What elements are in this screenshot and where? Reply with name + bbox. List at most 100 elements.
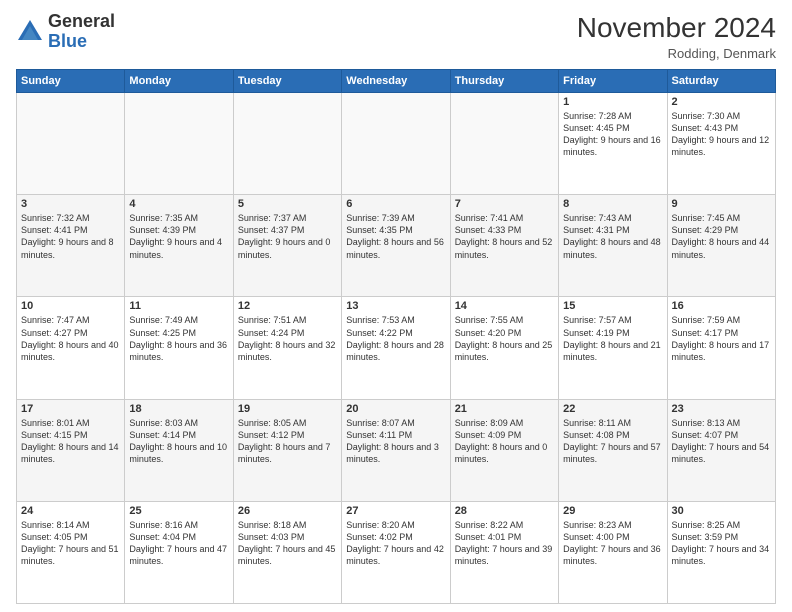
day-info: Sunrise: 7:41 AM Sunset: 4:33 PM Dayligh… xyxy=(455,212,554,261)
day-info: Sunrise: 7:59 AM Sunset: 4:17 PM Dayligh… xyxy=(672,314,771,363)
day-info: Sunrise: 7:28 AM Sunset: 4:45 PM Dayligh… xyxy=(563,110,662,159)
calendar-cell: 16 Sunrise: 7:59 AM Sunset: 4:17 PM Dayli… xyxy=(667,297,775,399)
page: General Blue November 2024 Rodding, Denm… xyxy=(0,0,792,612)
day-info: Sunrise: 8:01 AM Sunset: 4:15 PM Dayligh… xyxy=(21,417,120,466)
calendar-week-4: 17 Sunrise: 8:01 AM Sunset: 4:15 PM Dayli… xyxy=(17,399,776,501)
col-monday: Monday xyxy=(125,70,233,93)
day-info: Sunrise: 7:51 AM Sunset: 4:24 PM Dayligh… xyxy=(238,314,337,363)
day-number: 13 xyxy=(346,300,445,312)
calendar-cell: 12 Sunrise: 7:51 AM Sunset: 4:24 PM Dayli… xyxy=(233,297,341,399)
calendar-cell: 27Sunrise: 8:20 AM Sunset: 4:02 PM Dayli… xyxy=(342,501,450,603)
day-info: Sunrise: 8:09 AM Sunset: 4:09 PM Dayligh… xyxy=(455,417,554,466)
calendar-week-1: 1 Sunrise: 7:28 AM Sunset: 4:45 PM Daylig… xyxy=(17,93,776,195)
calendar-cell: 2 Sunrise: 7:30 AM Sunset: 4:43 PM Daylig… xyxy=(667,93,775,195)
day-number: 3 xyxy=(21,198,120,210)
logo-blue: Blue xyxy=(48,31,87,51)
col-wednesday: Wednesday xyxy=(342,70,450,93)
day-info: Sunrise: 7:55 AM Sunset: 4:20 PM Dayligh… xyxy=(455,314,554,363)
day-number: 10 xyxy=(21,300,120,312)
day-info: Sunrise: 7:57 AM Sunset: 4:19 PM Dayligh… xyxy=(563,314,662,363)
day-number: 26 xyxy=(238,505,337,517)
day-info: Sunrise: 8:22 AM Sunset: 4:01 PM Dayligh… xyxy=(455,519,554,568)
day-number: 24 xyxy=(21,505,120,517)
calendar-cell: 6 Sunrise: 7:39 AM Sunset: 4:35 PM Daylig… xyxy=(342,195,450,297)
calendar-cell: 19 Sunrise: 8:05 AM Sunset: 4:12 PM Dayli… xyxy=(233,399,341,501)
day-number: 27 xyxy=(346,505,445,517)
calendar-table: Sunday Monday Tuesday Wednesday Thursday… xyxy=(16,69,776,604)
day-number: 2 xyxy=(672,96,771,108)
day-number: 15 xyxy=(563,300,662,312)
day-info: Sunrise: 7:47 AM Sunset: 4:27 PM Dayligh… xyxy=(21,314,120,363)
col-sunday: Sunday xyxy=(17,70,125,93)
day-info: Sunrise: 7:35 AM Sunset: 4:39 PM Dayligh… xyxy=(129,212,228,261)
day-info: Sunrise: 8:03 AM Sunset: 4:14 PM Dayligh… xyxy=(129,417,228,466)
day-number: 9 xyxy=(672,198,771,210)
calendar-cell: 8 Sunrise: 7:43 AM Sunset: 4:31 PM Daylig… xyxy=(559,195,667,297)
day-number: 21 xyxy=(455,403,554,415)
calendar-cell: 18 Sunrise: 8:03 AM Sunset: 4:14 PM Dayli… xyxy=(125,399,233,501)
header: General Blue November 2024 Rodding, Denm… xyxy=(16,12,776,61)
day-number: 20 xyxy=(346,403,445,415)
day-number: 18 xyxy=(129,403,228,415)
calendar-cell: 3 Sunrise: 7:32 AM Sunset: 4:41 PM Daylig… xyxy=(17,195,125,297)
calendar-cell: 5Sunrise: 7:37 AM Sunset: 4:37 PM Daylig… xyxy=(233,195,341,297)
calendar-cell: 13 Sunrise: 7:53 AM Sunset: 4:22 PM Dayli… xyxy=(342,297,450,399)
day-number: 12 xyxy=(238,300,337,312)
day-info: Sunrise: 7:49 AM Sunset: 4:25 PM Dayligh… xyxy=(129,314,228,363)
calendar-week-3: 10 Sunrise: 7:47 AM Sunset: 4:27 PM Dayli… xyxy=(17,297,776,399)
location: Rodding, Denmark xyxy=(577,46,776,61)
calendar-cell xyxy=(450,93,558,195)
day-info: Sunrise: 8:23 AM Sunset: 4:00 PM Dayligh… xyxy=(563,519,662,568)
calendar-week-2: 3 Sunrise: 7:32 AM Sunset: 4:41 PM Daylig… xyxy=(17,195,776,297)
day-number: 7 xyxy=(455,198,554,210)
logo-icon xyxy=(16,18,44,46)
day-info: Sunrise: 8:05 AM Sunset: 4:12 PM Dayligh… xyxy=(238,417,337,466)
day-info: Sunrise: 8:25 AM Sunset: 3:59 PM Dayligh… xyxy=(672,519,771,568)
day-number: 28 xyxy=(455,505,554,517)
day-number: 23 xyxy=(672,403,771,415)
calendar-cell: 10 Sunrise: 7:47 AM Sunset: 4:27 PM Dayli… xyxy=(17,297,125,399)
col-tuesday: Tuesday xyxy=(233,70,341,93)
day-info: Sunrise: 8:16 AM Sunset: 4:04 PM Dayligh… xyxy=(129,519,228,568)
calendar-cell: 28 Sunrise: 8:22 AM Sunset: 4:01 PM Dayli… xyxy=(450,501,558,603)
day-number: 17 xyxy=(21,403,120,415)
calendar-cell: 23 Sunrise: 8:13 AM Sunset: 4:07 PM Dayli… xyxy=(667,399,775,501)
day-number: 16 xyxy=(672,300,771,312)
day-number: 30 xyxy=(672,505,771,517)
day-info: Sunrise: 7:32 AM Sunset: 4:41 PM Dayligh… xyxy=(21,212,120,261)
day-number: 11 xyxy=(129,300,228,312)
col-thursday: Thursday xyxy=(450,70,558,93)
calendar-cell: 17 Sunrise: 8:01 AM Sunset: 4:15 PM Dayli… xyxy=(17,399,125,501)
calendar-cell: 30 Sunrise: 8:25 AM Sunset: 3:59 PM Dayli… xyxy=(667,501,775,603)
calendar-cell xyxy=(125,93,233,195)
day-info: Sunrise: 8:11 AM Sunset: 4:08 PM Dayligh… xyxy=(563,417,662,466)
day-info: Sunrise: 8:18 AM Sunset: 4:03 PM Dayligh… xyxy=(238,519,337,568)
day-number: 1 xyxy=(563,96,662,108)
calendar-cell: 4 Sunrise: 7:35 AM Sunset: 4:39 PM Daylig… xyxy=(125,195,233,297)
day-info: Sunrise: 7:39 AM Sunset: 4:35 PM Dayligh… xyxy=(346,212,445,261)
calendar-cell: 9 Sunrise: 7:45 AM Sunset: 4:29 PM Daylig… xyxy=(667,195,775,297)
col-friday: Friday xyxy=(559,70,667,93)
day-number: 4 xyxy=(129,198,228,210)
calendar-cell: 26 Sunrise: 8:18 AM Sunset: 4:03 PM Dayli… xyxy=(233,501,341,603)
day-number: 19 xyxy=(238,403,337,415)
day-info: Sunrise: 8:14 AM Sunset: 4:05 PM Dayligh… xyxy=(21,519,120,568)
col-saturday: Saturday xyxy=(667,70,775,93)
calendar-cell xyxy=(342,93,450,195)
day-info: Sunrise: 7:30 AM Sunset: 4:43 PM Dayligh… xyxy=(672,110,771,159)
calendar-cell: 1 Sunrise: 7:28 AM Sunset: 4:45 PM Daylig… xyxy=(559,93,667,195)
calendar-week-5: 24 Sunrise: 8:14 AM Sunset: 4:05 PM Dayli… xyxy=(17,501,776,603)
title-block: November 2024 Rodding, Denmark xyxy=(577,12,776,61)
calendar-cell: 29Sunrise: 8:23 AM Sunset: 4:00 PM Dayli… xyxy=(559,501,667,603)
day-info: Sunrise: 7:37 AM Sunset: 4:37 PM Dayligh… xyxy=(238,212,337,261)
day-info: Sunrise: 7:53 AM Sunset: 4:22 PM Dayligh… xyxy=(346,314,445,363)
day-number: 8 xyxy=(563,198,662,210)
calendar-cell: 15 Sunrise: 7:57 AM Sunset: 4:19 PM Dayli… xyxy=(559,297,667,399)
logo-text: General Blue xyxy=(48,12,115,52)
day-info: Sunrise: 8:13 AM Sunset: 4:07 PM Dayligh… xyxy=(672,417,771,466)
calendar-header-row: Sunday Monday Tuesday Wednesday Thursday… xyxy=(17,70,776,93)
day-info: Sunrise: 7:43 AM Sunset: 4:31 PM Dayligh… xyxy=(563,212,662,261)
day-info: Sunrise: 7:45 AM Sunset: 4:29 PM Dayligh… xyxy=(672,212,771,261)
calendar-cell xyxy=(233,93,341,195)
day-number: 6 xyxy=(346,198,445,210)
